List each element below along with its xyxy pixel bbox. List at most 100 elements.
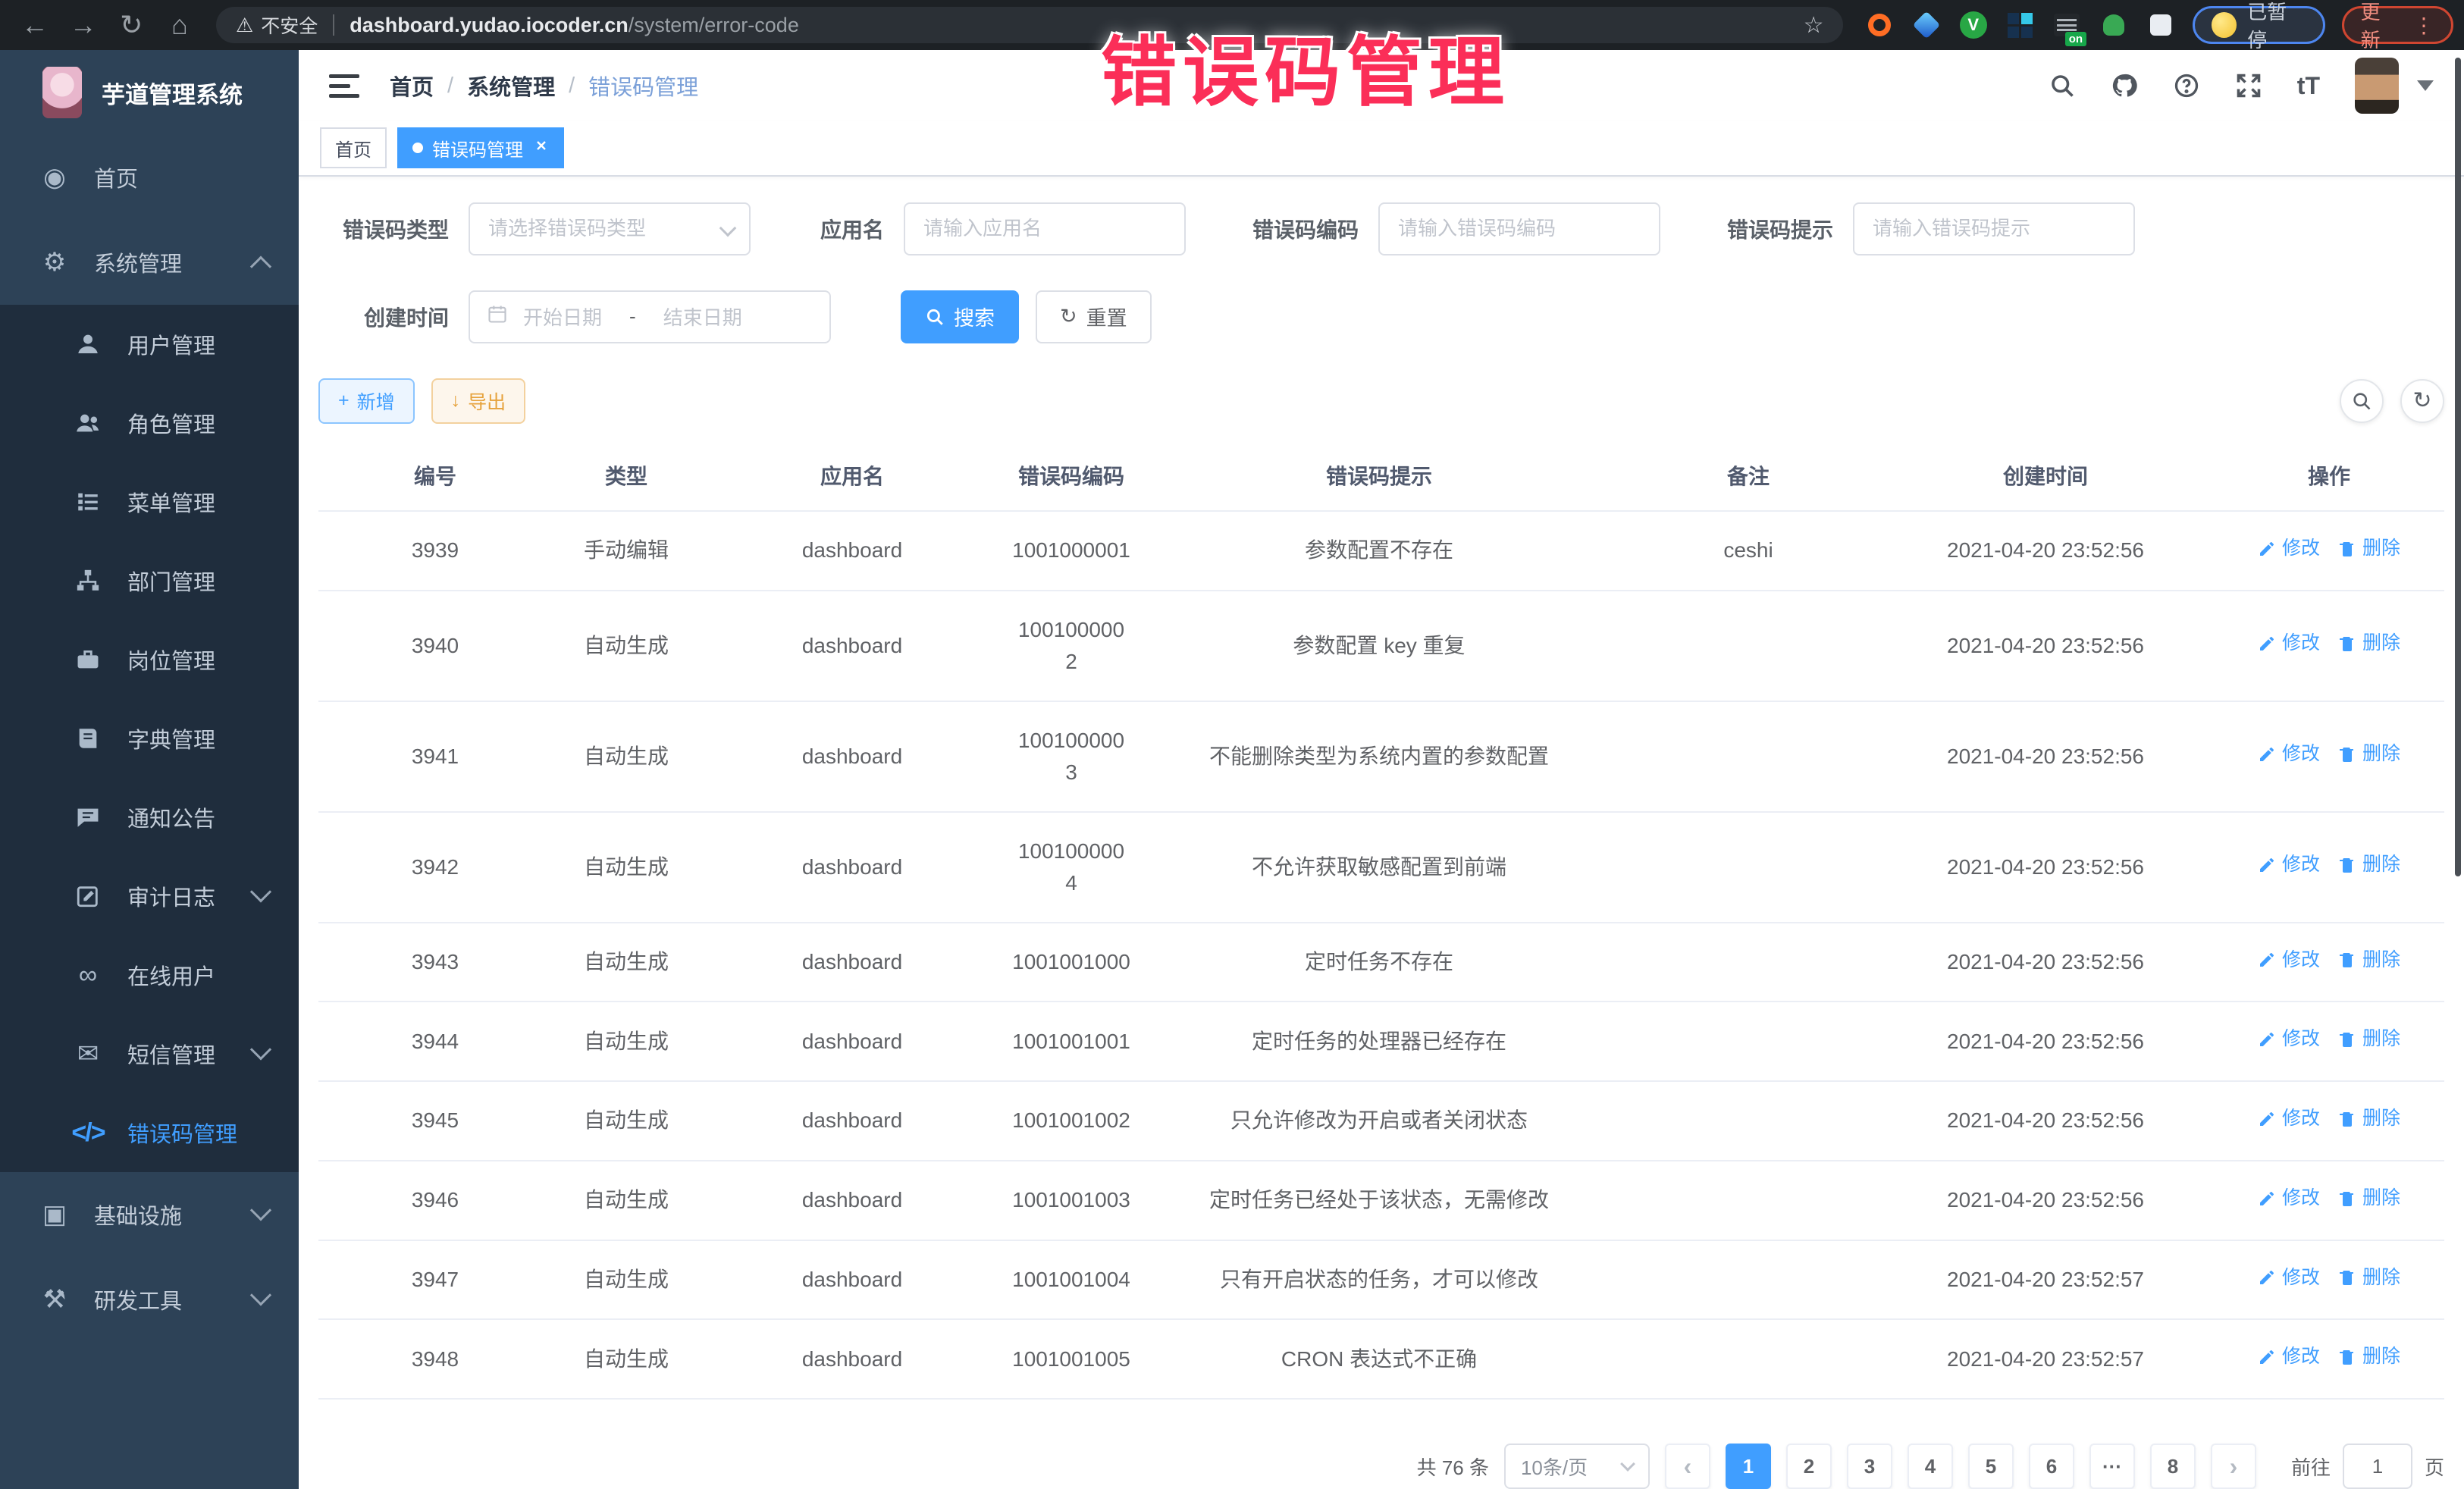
- sidebar-item-notices[interactable]: 通知公告: [0, 778, 299, 857]
- edit-link[interactable]: 修改: [2258, 534, 2320, 563]
- sidebar-item-posts[interactable]: 岗位管理: [0, 620, 299, 699]
- puzzle-extension-icon[interactable]: [2146, 10, 2176, 40]
- sidebar-item-error-code[interactable]: </> 错误码管理: [0, 1093, 299, 1172]
- table-row[interactable]: 3939手动编辑dashboard1001000001参数配置不存在ceshi2…: [318, 511, 2444, 591]
- page-size-select[interactable]: 10条/页: [1504, 1444, 1650, 1489]
- sidebar-item-users[interactable]: 用户管理: [0, 305, 299, 384]
- table-row[interactable]: 3940自动生成dashboard100100000 2参数配置 key 重复2…: [318, 591, 2444, 701]
- delete-link[interactable]: 删除: [2338, 1184, 2400, 1213]
- table-row[interactable]: 3943自动生成dashboard1001001000定时任务不存在2021-0…: [318, 923, 2444, 1002]
- collapse-menu-icon[interactable]: [329, 74, 359, 98]
- sidebar-item-sms[interactable]: ✉ 短信管理: [0, 1014, 299, 1093]
- delete-link[interactable]: 删除: [2338, 946, 2400, 975]
- delete-link[interactable]: 删除: [2338, 851, 2400, 879]
- table-row[interactable]: 3942自动生成dashboard100100000 4不允许获取敏感配置到前端…: [318, 812, 2444, 923]
- edit-link[interactable]: 修改: [2258, 1343, 2320, 1371]
- record-extension-icon[interactable]: [1864, 10, 1895, 40]
- page-button-1[interactable]: 1: [1726, 1444, 1771, 1489]
- delete-link[interactable]: 删除: [2338, 1264, 2400, 1293]
- more-pages-button[interactable]: ···: [2089, 1444, 2135, 1489]
- delete-link[interactable]: 删除: [2338, 1025, 2400, 1054]
- reset-button[interactable]: ↻ 重置: [1036, 290, 1152, 343]
- edit-link[interactable]: 修改: [2258, 851, 2320, 879]
- paused-extension-chip[interactable]: 已暂停: [2193, 6, 2325, 44]
- fullscreen-icon[interactable]: [2235, 72, 2262, 99]
- url-domain[interactable]: dashboard.yudao.iocoder.cn: [350, 14, 629, 37]
- table-row[interactable]: 3945自动生成dashboard1001001002只允许修改为开启或者关闭状…: [318, 1081, 2444, 1161]
- hide-search-button[interactable]: [2340, 379, 2384, 423]
- edit-link[interactable]: 修改: [2258, 1025, 2320, 1054]
- green-v-extension-icon[interactable]: V: [1958, 10, 1989, 40]
- page-button-2[interactable]: 2: [1786, 1444, 1832, 1489]
- goto-page-input[interactable]: [2343, 1444, 2412, 1489]
- breadcrumb-home[interactable]: 首页: [390, 70, 434, 102]
- tab-home[interactable]: 首页: [320, 127, 387, 168]
- page-button-3[interactable]: 3: [1847, 1444, 1892, 1489]
- browser-menu-icon[interactable]: ⋮: [2413, 13, 2434, 38]
- sidebar-item-system[interactable]: ⚙ 系统管理: [0, 220, 299, 305]
- sidebar-item-infrastructure[interactable]: ▣ 基础设施: [0, 1172, 299, 1257]
- help-icon[interactable]: [2173, 72, 2200, 99]
- refresh-table-button[interactable]: ↻: [2400, 379, 2444, 423]
- error-code-input[interactable]: [1378, 202, 1660, 255]
- prev-page-button[interactable]: ‹: [1665, 1444, 1710, 1489]
- table-row[interactable]: 3941自动生成dashboard100100000 3不能删除类型为系统内置的…: [318, 701, 2444, 812]
- error-msg-input[interactable]: [1853, 202, 2135, 255]
- export-button[interactable]: ↓ 导出: [431, 378, 526, 424]
- update-chip[interactable]: 更新 ⋮: [2342, 6, 2453, 44]
- browser-back-icon[interactable]: ←: [11, 9, 59, 41]
- edit-link[interactable]: 修改: [2258, 1264, 2320, 1293]
- edit-link[interactable]: 修改: [2258, 1105, 2320, 1133]
- close-icon[interactable]: [534, 138, 549, 158]
- tab-error-code[interactable]: 错误码管理: [397, 127, 564, 168]
- delete-link[interactable]: 删除: [2338, 1343, 2400, 1371]
- sidebar-item-dev-tools[interactable]: ⚒ 研发工具: [0, 1257, 299, 1342]
- edit-link[interactable]: 修改: [2258, 629, 2320, 658]
- github-icon[interactable]: [2111, 72, 2138, 99]
- sidebar-item-departments[interactable]: 部门管理: [0, 541, 299, 620]
- page-button-8[interactable]: 8: [2150, 1444, 2196, 1489]
- delete-link[interactable]: 删除: [2338, 534, 2400, 563]
- browser-forward-icon[interactable]: →: [59, 9, 108, 41]
- avatar-caret-icon[interactable]: [2417, 80, 2434, 91]
- pin-extension-icon[interactable]: [1911, 10, 1942, 40]
- sidebar-item-dictionary[interactable]: 字典管理: [0, 699, 299, 778]
- table-row[interactable]: 3944自动生成dashboard1001001001定时任务的处理器已经存在2…: [318, 1002, 2444, 1081]
- list-extension-icon[interactable]: on: [2052, 10, 2082, 40]
- sidebar-item-roles[interactable]: 角色管理: [0, 384, 299, 462]
- grid-extension-icon[interactable]: [2005, 10, 2036, 40]
- error-type-select[interactable]: [469, 202, 751, 255]
- sidebar-item-home[interactable]: ◉ 首页: [0, 135, 299, 220]
- browser-reload-icon[interactable]: ↻: [107, 9, 155, 41]
- table-row[interactable]: 3948自动生成dashboard1001001005CRON 表达式不正确20…: [318, 1319, 2444, 1399]
- delete-link[interactable]: 删除: [2338, 1105, 2400, 1133]
- app-name-input[interactable]: [904, 202, 1186, 255]
- sidebar-item-audit-log[interactable]: 审计日志: [0, 857, 299, 936]
- search-icon[interactable]: [2049, 72, 2076, 99]
- search-button[interactable]: 搜索: [901, 290, 1019, 343]
- url-path[interactable]: /system/error-code: [629, 14, 799, 37]
- address-bar[interactable]: ⚠ 不安全 dashboard.yudao.iocoder.cn /system…: [216, 7, 1844, 43]
- font-size-icon[interactable]: tT: [2297, 72, 2320, 100]
- sidebar-item-menus[interactable]: 菜单管理: [0, 462, 299, 541]
- edit-link[interactable]: 修改: [2258, 946, 2320, 975]
- page-button-4[interactable]: 4: [1908, 1444, 1953, 1489]
- browser-home-icon[interactable]: ⌂: [155, 9, 204, 41]
- user-avatar[interactable]: [2355, 58, 2399, 114]
- logo[interactable]: 芋道管理系统: [0, 50, 299, 135]
- next-page-button[interactable]: ›: [2211, 1444, 2256, 1489]
- bookmark-star-icon[interactable]: ☆: [1804, 12, 1824, 39]
- table-row[interactable]: 3946自动生成dashboard1001001003定时任务已经处于该状态，无…: [318, 1161, 2444, 1240]
- table-row[interactable]: 3947自动生成dashboard1001001004只有开启状态的任务，才可以…: [318, 1240, 2444, 1320]
- delete-link[interactable]: 删除: [2338, 629, 2400, 658]
- edit-link[interactable]: 修改: [2258, 740, 2320, 769]
- sidebar-item-online-users[interactable]: ∞ 在线用户: [0, 936, 299, 1014]
- date-range-picker[interactable]: 开始日期 - 结束日期: [469, 290, 831, 343]
- scrollbar[interactable]: [2455, 58, 2461, 876]
- page-button-5[interactable]: 5: [1968, 1444, 2014, 1489]
- edit-link[interactable]: 修改: [2258, 1184, 2320, 1213]
- person-extension-icon[interactable]: [2099, 10, 2129, 40]
- add-button[interactable]: + 新增: [318, 378, 415, 424]
- page-button-6[interactable]: 6: [2029, 1444, 2074, 1489]
- not-secure-label[interactable]: 不安全: [261, 11, 318, 39]
